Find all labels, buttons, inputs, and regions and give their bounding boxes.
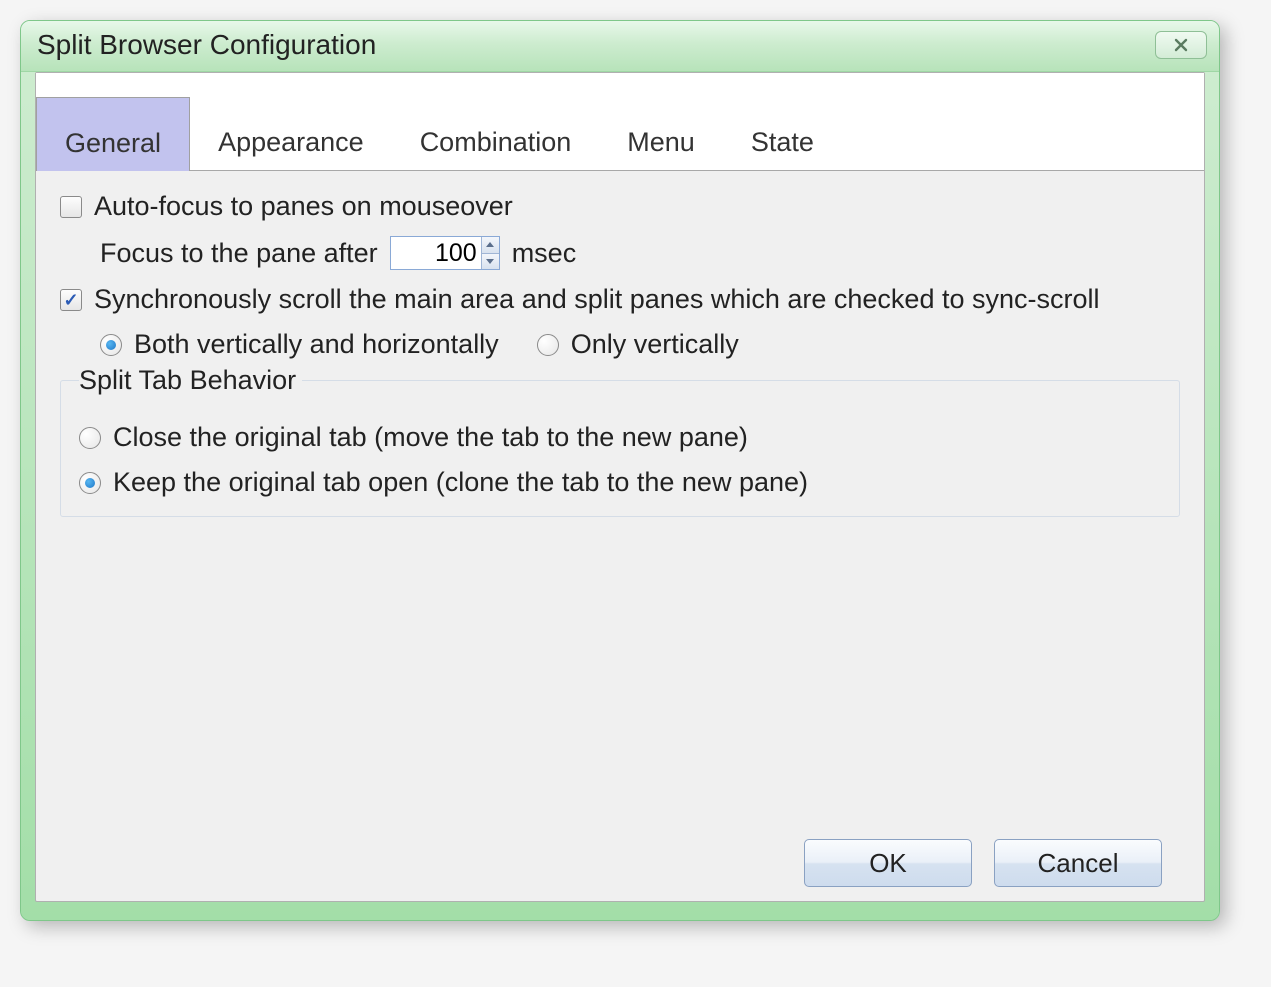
sync-scroll-checkbox[interactable] <box>60 289 82 311</box>
scroll-vertical-radio[interactable] <box>537 334 559 356</box>
ok-button[interactable]: OK <box>804 839 972 887</box>
cancel-button[interactable]: Cancel <box>994 839 1162 887</box>
split-group-legend: Split Tab Behavior <box>79 365 302 396</box>
focus-delay-label-after: msec <box>512 238 577 269</box>
split-close-radio[interactable] <box>79 427 101 449</box>
tab-state[interactable]: State <box>723 109 842 170</box>
spinner-up-button[interactable] <box>482 237 499 254</box>
tab-combination[interactable]: Combination <box>392 109 600 170</box>
split-close-label[interactable]: Close the original tab (move the tab to … <box>113 422 748 453</box>
close-icon <box>1173 37 1189 53</box>
split-keep-label[interactable]: Keep the original tab open (clone the ta… <box>113 467 808 498</box>
autofocus-label[interactable]: Auto-focus to panes on mouseover <box>94 191 513 222</box>
focus-delay-label-before: Focus to the pane after <box>100 238 378 269</box>
focus-delay-spinner[interactable] <box>390 236 500 270</box>
tab-appearance[interactable]: Appearance <box>190 109 392 170</box>
split-tab-behavior-group: Split Tab Behavior Close the original ta… <box>60 380 1180 517</box>
focus-delay-input[interactable] <box>391 237 481 269</box>
chevron-down-icon <box>486 259 494 264</box>
tab-panel-general: Auto-focus to panes on mouseover Focus t… <box>36 171 1204 901</box>
content-panel: General Appearance Combination Menu Stat… <box>35 72 1205 902</box>
scroll-vertical-label[interactable]: Only vertically <box>571 329 739 360</box>
window-title: Split Browser Configuration <box>37 29 376 61</box>
titlebar: Split Browser Configuration <box>21 21 1219 72</box>
dialog-body: General Appearance Combination Menu Stat… <box>21 72 1219 920</box>
split-keep-radio[interactable] <box>79 472 101 494</box>
sync-scroll-label[interactable]: Synchronously scroll the main area and s… <box>94 284 1100 315</box>
dialog-buttons: OK Cancel <box>60 823 1180 889</box>
chevron-up-icon <box>486 242 494 247</box>
tab-menu[interactable]: Menu <box>599 109 723 170</box>
spinner-down-button[interactable] <box>482 254 499 270</box>
close-button[interactable] <box>1155 31 1207 59</box>
tabs: General Appearance Combination Menu Stat… <box>36 73 1204 171</box>
tab-general[interactable]: General <box>36 97 190 171</box>
scroll-both-label[interactable]: Both vertically and horizontally <box>134 329 499 360</box>
scroll-both-radio[interactable] <box>100 334 122 356</box>
configuration-dialog: Split Browser Configuration General Appe… <box>20 20 1220 921</box>
autofocus-checkbox[interactable] <box>60 196 82 218</box>
